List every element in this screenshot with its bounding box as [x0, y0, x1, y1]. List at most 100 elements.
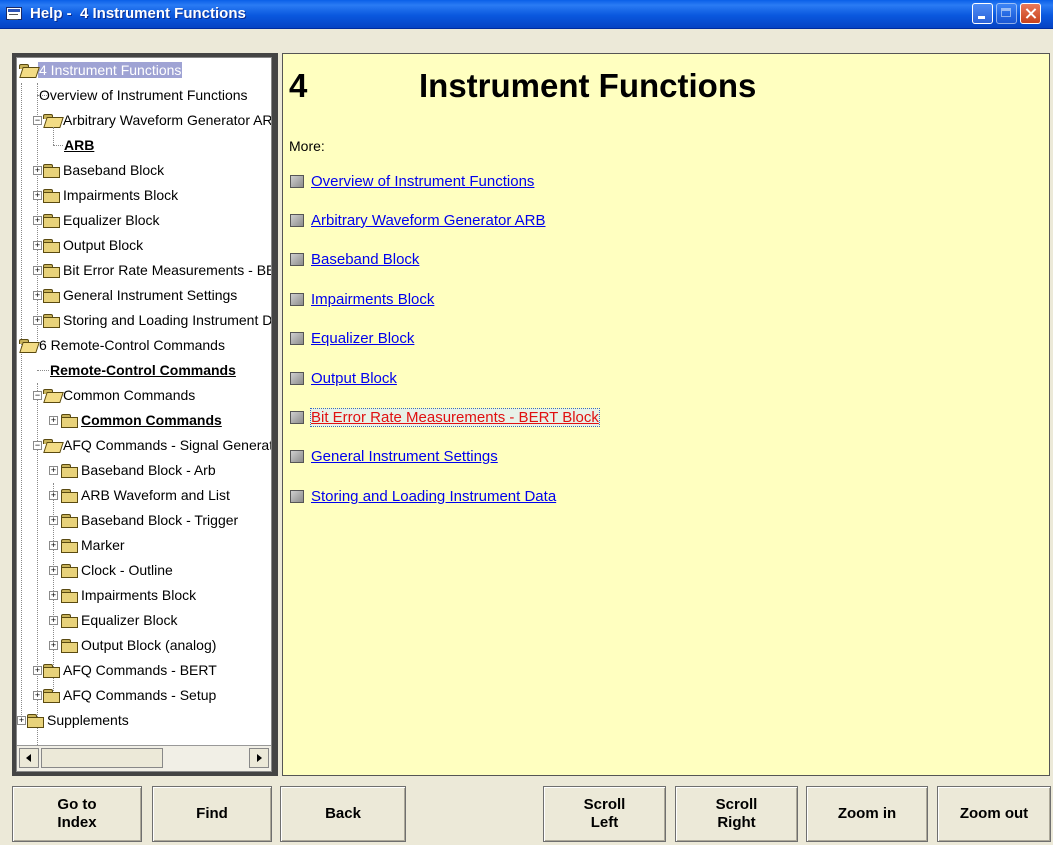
link-impairments-block[interactable]: Impairments Block	[311, 291, 434, 308]
folder-open-icon	[43, 388, 60, 402]
folder-icon	[61, 413, 78, 428]
help-window-icon	[6, 7, 22, 20]
link-item: Output Block	[290, 368, 397, 390]
link-equalizer-block[interactable]: Equalizer Block	[311, 330, 414, 347]
tree-item-instrument-functions[interactable]: 4 Instrument Functions	[19, 58, 183, 83]
tree-item-afq-signal[interactable]: AFQ Commands - Signal Generation	[43, 433, 271, 458]
link-item: Equalizer Block	[290, 328, 414, 350]
tree-item-arb-generator[interactable]: Arbitrary Waveform Generator ARB	[43, 108, 271, 133]
folder-icon	[61, 613, 78, 628]
link-item: Overview of Instrument Functions	[290, 171, 534, 193]
bullet-icon	[290, 252, 304, 266]
expand-icon[interactable]: +	[49, 541, 58, 550]
tree-item-general-settings[interactable]: General Instrument Settings	[43, 283, 238, 308]
tree-item-baseband-block[interactable]: Baseband Block	[43, 158, 165, 183]
tree-item-baseband-trigger[interactable]: Baseband Block - Trigger	[61, 508, 239, 533]
bullet-icon	[290, 371, 304, 385]
tree-item-equalizer-block[interactable]: Equalizer Block	[43, 208, 161, 233]
contents-tree-panel: 4 Instrument Functions Overview of Instr…	[12, 53, 278, 776]
expand-icon[interactable]: +	[33, 291, 42, 300]
link-arb-generator[interactable]: Arbitrary Waveform Generator ARB	[311, 212, 546, 229]
expand-icon[interactable]: +	[33, 216, 42, 225]
expand-icon[interactable]: +	[33, 266, 42, 275]
link-general-settings[interactable]: General Instrument Settings	[311, 448, 498, 465]
expand-icon[interactable]: +	[49, 591, 58, 600]
bullet-icon	[290, 213, 304, 227]
tree-item-storing-loading[interactable]: Storing and Loading Instrument Data	[43, 308, 271, 333]
scroll-left-arrow-icon[interactable]	[19, 748, 39, 768]
tree-item-output-block-analog[interactable]: Output Block (analog)	[61, 633, 217, 658]
tree-item-afq-setup[interactable]: AFQ Commands - Setup	[43, 683, 217, 708]
find-button[interactable]: Find	[152, 786, 272, 842]
tree-item-marker[interactable]: Marker	[61, 533, 126, 558]
tree-item-supplements[interactable]: Supplements	[27, 708, 130, 733]
back-button[interactable]: Back	[280, 786, 406, 842]
expand-icon[interactable]: +	[17, 716, 26, 725]
folder-icon	[43, 288, 60, 303]
expand-icon[interactable]: +	[33, 166, 42, 175]
minimize-button[interactable]	[972, 3, 993, 24]
tree-item-impairments-block-2[interactable]: Impairments Block	[61, 583, 197, 608]
folder-icon	[43, 688, 60, 703]
tree-item-output-block[interactable]: Output Block	[43, 233, 144, 258]
tree-item-arb[interactable]: ARB	[63, 133, 95, 158]
zoom-in-button[interactable]: Zoom in	[806, 786, 928, 842]
expand-icon[interactable]: +	[49, 491, 58, 500]
scroll-right-button[interactable]: Scroll Right	[675, 786, 798, 842]
collapse-icon[interactable]: −	[33, 391, 42, 400]
expand-icon[interactable]: +	[49, 641, 58, 650]
folder-open-icon	[19, 63, 36, 77]
maximize-button[interactable]	[996, 3, 1017, 24]
folder-icon	[43, 663, 60, 678]
tree-item-impairments-block[interactable]: Impairments Block	[43, 183, 179, 208]
tree-item-remote-control-commands[interactable]: Remote-Control Commands	[49, 358, 237, 383]
folder-icon	[43, 238, 60, 253]
tree-item-baseband-arb[interactable]: Baseband Block - Arb	[61, 458, 217, 483]
expand-icon[interactable]: +	[49, 466, 58, 475]
horizontal-scrollbar[interactable]	[17, 745, 271, 771]
expand-icon[interactable]: +	[33, 191, 42, 200]
zoom-out-button[interactable]: Zoom out	[937, 786, 1051, 842]
folder-icon	[61, 588, 78, 603]
collapse-icon[interactable]: −	[33, 116, 42, 125]
link-overview[interactable]: Overview of Instrument Functions	[311, 173, 534, 190]
go-to-index-button[interactable]: Go to Index	[12, 786, 142, 842]
bullet-icon	[290, 410, 304, 424]
tree-item-bert-block[interactable]: Bit Error Rate Measurements - BERT Block	[43, 258, 271, 283]
collapse-icon[interactable]: −	[33, 441, 42, 450]
link-item: General Instrument Settings	[290, 446, 498, 468]
tree-item-common-commands-folder[interactable]: Common Commands	[43, 383, 196, 408]
link-bert-block[interactable]: Bit Error Rate Measurements - BERT Block	[310, 408, 600, 427]
expand-icon[interactable]: +	[49, 516, 58, 525]
expand-icon[interactable]: +	[33, 241, 42, 250]
expand-icon[interactable]: +	[33, 691, 42, 700]
expand-icon[interactable]: +	[49, 416, 58, 425]
scrollbar-thumb[interactable]	[41, 748, 163, 768]
expand-icon[interactable]: +	[33, 316, 42, 325]
scroll-right-arrow-icon[interactable]	[249, 748, 269, 768]
folder-icon	[61, 538, 78, 553]
scroll-left-button[interactable]: Scroll Left	[543, 786, 666, 842]
link-item: Impairments Block	[290, 289, 434, 311]
link-baseband-block[interactable]: Baseband Block	[311, 251, 419, 268]
tree-item-clock[interactable]: Clock - Outline	[61, 558, 174, 583]
tree-list: 4 Instrument Functions Overview of Instr…	[17, 58, 271, 746]
bullet-icon	[290, 449, 304, 463]
tree-item-arb-waveform[interactable]: ARB Waveform and List	[61, 483, 231, 508]
folder-icon	[27, 713, 44, 728]
tree-item-remote-control[interactable]: 6 Remote-Control Commands	[19, 333, 226, 358]
link-storing-loading[interactable]: Storing and Loading Instrument Data	[311, 488, 556, 505]
folder-open-icon	[43, 113, 60, 127]
expand-icon[interactable]: +	[49, 616, 58, 625]
tree-item-overview[interactable]: Overview of Instrument Functions	[38, 83, 249, 108]
tree-item-common-commands[interactable]: Common Commands	[61, 408, 223, 433]
expand-icon[interactable]: +	[33, 666, 42, 675]
close-button[interactable]	[1020, 3, 1041, 24]
link-item: Baseband Block	[290, 249, 419, 271]
expand-icon[interactable]: +	[49, 566, 58, 575]
window-title: Help - 4 Instrument Functions	[30, 5, 246, 22]
tree-item-equalizer-block-2[interactable]: Equalizer Block	[61, 608, 179, 633]
tree-item-afq-bert[interactable]: AFQ Commands - BERT	[43, 658, 218, 683]
link-output-block[interactable]: Output Block	[311, 370, 397, 387]
folder-icon	[43, 213, 60, 228]
